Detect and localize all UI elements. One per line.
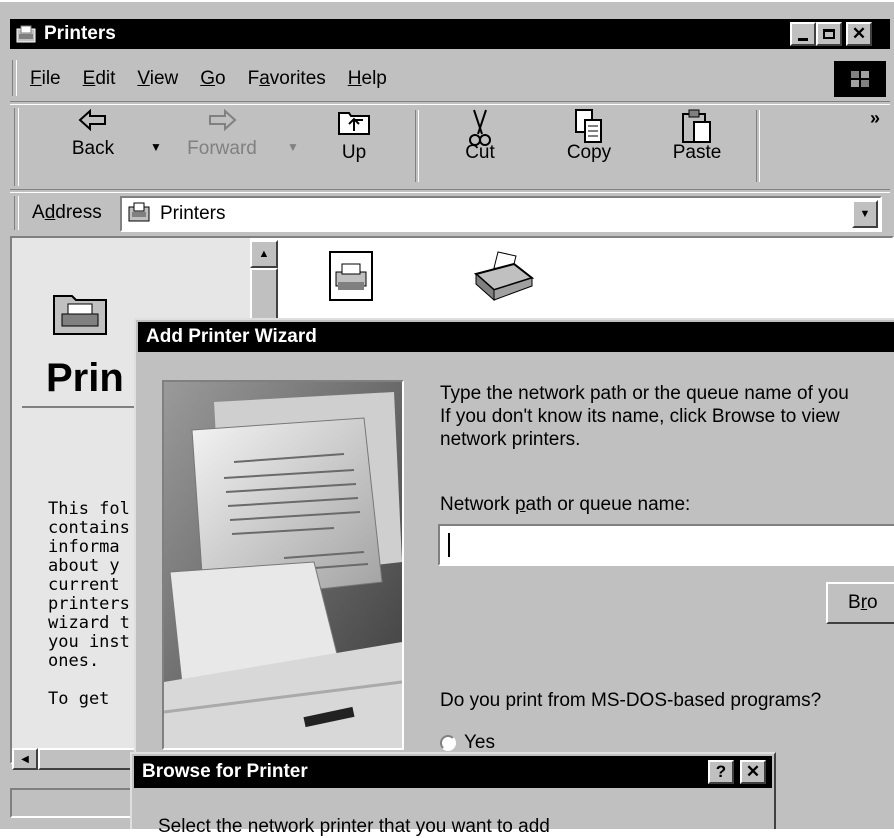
browse-label: Bro bbox=[848, 592, 878, 613]
menu-grip bbox=[12, 60, 17, 96]
dropdown-arrow-icon: ▼ bbox=[859, 208, 871, 220]
wizard-illustration bbox=[162, 380, 404, 750]
network-path-label: Network path or queue name: bbox=[440, 494, 691, 515]
clipboard-paste-icon bbox=[682, 109, 711, 143]
wizard-title: Add Printer Wizard bbox=[146, 326, 317, 347]
h-scroll-thumb[interactable] bbox=[38, 748, 138, 770]
up-folder-icon bbox=[338, 112, 370, 135]
maximize-icon bbox=[823, 29, 835, 39]
network-path-input[interactable] bbox=[438, 524, 894, 566]
cut-button[interactable]: Cut bbox=[450, 108, 510, 176]
forward-button[interactable]: Forward bbox=[182, 108, 262, 160]
toolbar-more-button[interactable]: » bbox=[870, 108, 880, 129]
copy-icon bbox=[575, 109, 602, 143]
minimize-button[interactable] bbox=[790, 22, 816, 46]
wizard-title-bar: Add Printer Wizard bbox=[138, 322, 894, 352]
scroll-left-button[interactable]: ◀ bbox=[12, 748, 38, 770]
address-dropdown-button[interactable]: ▼ bbox=[852, 200, 878, 228]
msdos-question: Do you print from MS-DOS-based programs? bbox=[440, 690, 822, 711]
printers-large-icon bbox=[52, 288, 108, 336]
radio-button-icon bbox=[440, 735, 456, 751]
toolbar-grip bbox=[14, 108, 19, 186]
forward-dropdown-icon[interactable]: ▼ bbox=[287, 140, 299, 154]
browse-title-bar: Browse for Printer bbox=[134, 756, 772, 788]
wizard-instructions: Type the network path or the queue name … bbox=[440, 383, 849, 450]
help-button[interactable]: ? bbox=[708, 760, 734, 784]
browse-close-button[interactable]: ✕ bbox=[740, 760, 766, 784]
printers-folder-icon bbox=[16, 25, 36, 43]
browse-title: Browse for Printer bbox=[142, 761, 308, 782]
add-printer-icon[interactable] bbox=[326, 250, 378, 302]
printer-icon[interactable] bbox=[472, 250, 536, 302]
browse-prompt: Select the network printer that you want… bbox=[158, 816, 550, 837]
menu-go[interactable]: Go bbox=[200, 68, 225, 90]
printers-folder-icon bbox=[128, 202, 150, 227]
copy-button[interactable]: Copy bbox=[556, 108, 622, 174]
close-icon: ✕ bbox=[851, 24, 867, 43]
main-title-bar: Printers bbox=[10, 19, 890, 49]
menu-edit[interactable]: Edit bbox=[83, 68, 116, 90]
scroll-up-arrow-icon: ▲ bbox=[258, 248, 270, 260]
help-icon: ? bbox=[715, 762, 727, 781]
folder-description: This fol contains informa about y current pri… bbox=[48, 499, 130, 709]
text-cursor bbox=[448, 533, 450, 557]
back-dropdown-icon[interactable]: ▼ bbox=[150, 140, 162, 154]
menu-bar: File Edit View Go Favorites Help bbox=[12, 58, 888, 100]
address-grip bbox=[14, 196, 19, 230]
minimize-icon bbox=[798, 37, 808, 41]
up-button[interactable]: Up bbox=[324, 108, 384, 164]
close-icon: ✕ bbox=[745, 762, 761, 781]
back-button[interactable]: Back bbox=[58, 108, 128, 160]
close-button[interactable]: ✕ bbox=[846, 22, 872, 46]
windows-logo-icon bbox=[834, 61, 886, 97]
paste-button[interactable]: Paste bbox=[664, 108, 730, 174]
menu-view[interactable]: View bbox=[137, 68, 178, 90]
back-arrow-icon bbox=[78, 108, 106, 132]
folder-title: Prin bbox=[46, 356, 124, 400]
yes-radio[interactable]: Yes bbox=[440, 732, 495, 754]
maximize-button[interactable] bbox=[816, 22, 842, 46]
menu-favorites[interactable]: Favorites bbox=[248, 68, 326, 90]
window-title: Printers bbox=[44, 23, 116, 44]
menu-file[interactable]: File bbox=[30, 68, 61, 90]
address-label: Address bbox=[32, 202, 102, 223]
forward-arrow-icon bbox=[209, 108, 237, 132]
browse-button[interactable]: Bro bbox=[826, 582, 894, 624]
address-value: Printers bbox=[160, 203, 226, 224]
scroll-left-arrow-icon: ◀ bbox=[21, 753, 29, 765]
scroll-up-button[interactable]: ▲ bbox=[250, 240, 278, 268]
menu-help[interactable]: Help bbox=[348, 68, 387, 90]
address-field[interactable]: Printers ▼ bbox=[120, 196, 882, 232]
